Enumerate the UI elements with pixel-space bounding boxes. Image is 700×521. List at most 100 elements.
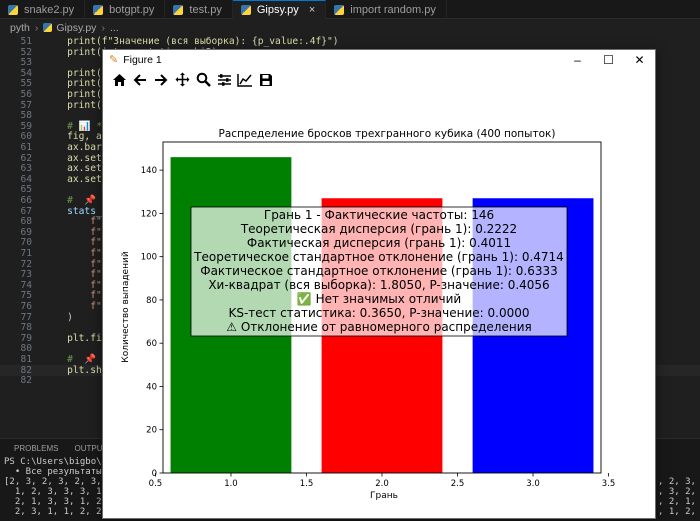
y-tick-label: 20 bbox=[146, 426, 157, 436]
line-number: 55 bbox=[20, 78, 32, 90]
back-icon[interactable] bbox=[130, 71, 150, 89]
breadcrumb-folder[interactable]: pyth bbox=[10, 22, 30, 34]
tab-import-random-py[interactable]: import random.py bbox=[326, 0, 447, 19]
x-tick-label: 2.5 bbox=[451, 479, 465, 489]
stats-line: Теоретическая дисперсия (грань 1): 0.222… bbox=[240, 222, 517, 236]
terminal-line-tail: , 3, 2, 1, bbox=[658, 487, 696, 497]
tab-label: test.py bbox=[189, 3, 222, 16]
y-tick-label: 60 bbox=[146, 339, 157, 349]
y-tick-label: 140 bbox=[141, 166, 157, 176]
line-number: 56 bbox=[20, 89, 32, 100]
line-number: 81 bbox=[20, 354, 32, 365]
line-number: 68 bbox=[20, 216, 32, 228]
code-text: print(f"Значение (вся выборка): {p_value… bbox=[44, 36, 339, 47]
line-number: 57 bbox=[20, 99, 32, 111]
code-line[interactable]: 51 print(f"Значение (вся выборка): {p_va… bbox=[0, 36, 700, 47]
line-number: 59 bbox=[20, 120, 32, 132]
forward-icon[interactable] bbox=[151, 71, 171, 89]
plot-canvas[interactable]: Распределение бросков трехгранного кубик… bbox=[103, 90, 655, 518]
tab-label: Gipsy.py bbox=[256, 4, 299, 16]
x-tick-label: 3.0 bbox=[526, 479, 540, 489]
line-number: 74 bbox=[20, 279, 32, 291]
line-number: 70 bbox=[20, 237, 32, 249]
y-tick-label: 0 bbox=[152, 469, 157, 479]
tab-problems[interactable]: PROBLEMS bbox=[14, 444, 58, 453]
x-tick-label: 1.5 bbox=[300, 479, 314, 489]
x-axis-label: Грань bbox=[370, 491, 398, 501]
line-number: 76 bbox=[20, 301, 32, 312]
figure-titlebar[interactable]: ✎ Figure 1 – ☐ ✕ bbox=[103, 50, 655, 69]
stats-line: Грань 1 - Фактические частоты: 146 bbox=[264, 208, 494, 222]
terminal-line-tail: , 2, 1, 2, bbox=[658, 497, 696, 507]
editor-tab-bar: snake2.py botgpt.py test.py Gipsy.py × import… bbox=[0, 0, 700, 19]
terminal-output-right: , 2, 3, 1,, 3, 2, 1,, 2, 1, 2,, 1, 2, 1, bbox=[658, 477, 700, 517]
code-text: ) bbox=[44, 311, 73, 323]
line-number: 75 bbox=[20, 290, 32, 302]
close-icon[interactable]: × bbox=[309, 4, 315, 16]
pan-icon[interactable] bbox=[172, 71, 192, 89]
breadcrumb-file[interactable]: Gipsy.py bbox=[56, 22, 96, 34]
line-number: 78 bbox=[20, 322, 32, 334]
zoom-icon[interactable] bbox=[193, 71, 213, 89]
window-title: Figure 1 bbox=[123, 53, 162, 66]
line-number: 58 bbox=[20, 110, 32, 122]
terminal-line-tail: , 1, 2, 1, bbox=[658, 507, 696, 517]
stats-line: Теоретическое стандартное отклонение (гр… bbox=[193, 250, 564, 264]
x-tick-label: 2.0 bbox=[375, 479, 389, 489]
stats-text-box: Грань 1 - Фактические частоты: 146Теорет… bbox=[190, 206, 568, 337]
chart-title: Распределение бросков трехгранного кубик… bbox=[219, 128, 556, 140]
tk-feather-icon: ✎ bbox=[109, 54, 119, 66]
y-tick-label: 40 bbox=[146, 382, 157, 392]
chevron-right-icon: › bbox=[34, 21, 39, 34]
y-tick-label: 80 bbox=[146, 296, 157, 306]
line-number: 61 bbox=[20, 142, 32, 153]
figure-window: ✎ Figure 1 – ☐ ✕ Распределение бросков т… bbox=[102, 49, 656, 519]
line-number: 63 bbox=[20, 163, 32, 175]
y-tick-label: 100 bbox=[141, 253, 157, 263]
minimize-button[interactable]: – bbox=[562, 50, 593, 69]
python-file-icon bbox=[173, 4, 184, 15]
maximize-button[interactable]: ☐ bbox=[593, 50, 624, 69]
line-number: 82 bbox=[20, 364, 32, 376]
breadcrumb-more[interactable]: ... bbox=[110, 22, 119, 34]
close-button[interactable]: ✕ bbox=[624, 50, 655, 69]
tab-gipsy-py[interactable]: Gipsy.py × bbox=[232, 0, 327, 19]
tab-label: botgpt.py bbox=[109, 3, 155, 16]
y-tick-label: 120 bbox=[141, 209, 157, 219]
line-number: 52 bbox=[20, 46, 32, 58]
x-tick-label: 0.5 bbox=[149, 479, 163, 489]
tab-snake2-py[interactable]: snake2.py bbox=[0, 0, 86, 19]
save-icon[interactable] bbox=[256, 71, 276, 89]
line-number: 79 bbox=[20, 332, 32, 344]
figure-toolbar bbox=[103, 69, 655, 90]
line-number: 71 bbox=[20, 248, 32, 259]
line-number: 67 bbox=[20, 205, 32, 217]
line-number: 73 bbox=[20, 269, 32, 281]
python-file-icon bbox=[334, 4, 345, 15]
terminal-line-tail: , 2, 3, 1, bbox=[658, 477, 696, 487]
configure-subplots-icon[interactable] bbox=[214, 71, 234, 89]
python-file-icon bbox=[240, 5, 251, 15]
line-number: 60 bbox=[20, 131, 32, 143]
line-number: 80 bbox=[20, 343, 32, 355]
line-number: 62 bbox=[20, 152, 32, 164]
stats-line: Хи-квадрат (вся выборка): 1.8050, P-знач… bbox=[208, 278, 549, 292]
tab-test-py[interactable]: test.py bbox=[165, 0, 233, 19]
chevron-right-icon: › bbox=[101, 21, 105, 34]
line-number: 82 bbox=[20, 375, 32, 387]
tab-label: snake2.py bbox=[24, 3, 75, 16]
x-tick-label: 3.5 bbox=[602, 479, 616, 489]
line-number: 53 bbox=[20, 57, 32, 69]
x-tick-label: 1.0 bbox=[224, 479, 238, 489]
breadcrumb: pyth › Gipsy.py › ... bbox=[0, 19, 700, 36]
y-axis-label: Количество выпадений bbox=[121, 251, 131, 363]
line-number: 77 bbox=[20, 311, 32, 323]
edit-axis-icon[interactable] bbox=[235, 71, 255, 89]
tab-botgpt-py[interactable]: botgpt.py bbox=[85, 0, 166, 19]
home-icon[interactable] bbox=[109, 71, 129, 89]
stats-line: ✅ Нет значимых отличий bbox=[297, 292, 461, 306]
python-file-icon bbox=[93, 4, 104, 15]
stats-line: KS-тест статистика: 0.3650, P-значение: … bbox=[228, 306, 529, 320]
stats-line: Фактическое стандартное отклонение (гран… bbox=[200, 264, 558, 278]
line-number: 64 bbox=[20, 173, 32, 185]
